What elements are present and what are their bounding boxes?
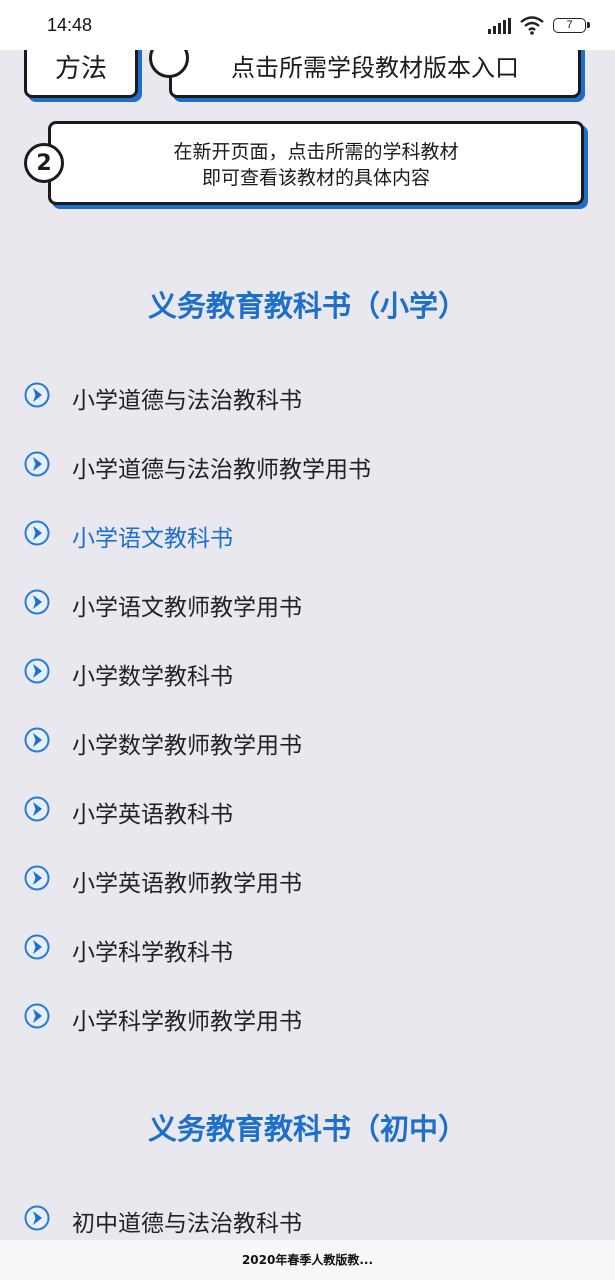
status-bar: 14:48 7: [0, 0, 615, 50]
list-item[interactable]: 小学科学教师教学用书: [24, 996, 584, 1036]
arrow-right-circle-icon: [24, 865, 50, 891]
list-item-label: 小学数学教科书: [72, 664, 233, 690]
arrow-right-circle-icon: [24, 589, 50, 615]
list-item[interactable]: 小学科学教科书: [24, 927, 584, 967]
step2-number-circle: 2: [24, 143, 64, 183]
arrow-right-circle-icon: [24, 451, 50, 477]
arrow-right-circle-icon: [24, 727, 50, 753]
method-label: 方法: [54, 54, 107, 84]
section-title-junior: 义务教育教科书（初中）: [147, 1112, 467, 1146]
arrow-right-circle-icon: [24, 658, 50, 684]
list-item-label: 小学道德与法治教师教学用书: [72, 457, 371, 483]
step2-number: 2: [36, 151, 52, 176]
list-item-label: 小学语文教师教学用书: [72, 595, 302, 621]
list-item[interactable]: 小学语文教科书: [24, 513, 584, 553]
list-item-label: 小学英语教科书: [72, 802, 233, 828]
section-title-primary: 义务教育教科书（小学）: [147, 289, 467, 323]
signal-icon: [488, 18, 511, 34]
wifi-icon: [520, 16, 544, 35]
arrow-right-circle-icon: [24, 1003, 50, 1029]
list-item[interactable]: 小学语文教师教学用书: [24, 582, 584, 622]
step2-line1: 在新开页面，点击所需的学科教材: [173, 141, 459, 163]
list-item-label: 初中道德与法治教科书: [72, 1211, 302, 1237]
step2-box: 在新开页面，点击所需的学科教材 即可查看该教材的具体内容: [48, 121, 584, 205]
step2-line2: 即可查看该教材的具体内容: [201, 167, 430, 189]
bottom-page-title: 2020年春季人教版教...: [241, 1253, 374, 1267]
step1-text: 点击所需学段教材版本入口: [231, 54, 519, 82]
status-time: 14:48: [47, 15, 93, 35]
arrow-right-circle-icon: [24, 1205, 50, 1231]
list-item[interactable]: 小学数学教科书: [24, 651, 584, 691]
list-item-label: 小学科学教师教学用书: [72, 1009, 302, 1035]
arrow-right-circle-icon: [24, 520, 50, 546]
arrow-right-circle-icon: [24, 796, 50, 822]
battery-level: 7: [566, 19, 573, 31]
list-item[interactable]: 初中道德与法治教科书: [24, 1198, 584, 1238]
list-item-label: 小学数学教师教学用书: [72, 733, 302, 759]
battery-icon: 7: [553, 18, 590, 33]
list-item[interactable]: 小学道德与法治教科书: [24, 375, 584, 415]
list-item-label: 小学科学教科书: [72, 940, 233, 966]
list-item[interactable]: 小学数学教师教学用书: [24, 720, 584, 760]
list-item-label: 小学英语教师教学用书: [72, 871, 302, 897]
list-item[interactable]: 小学英语教师教学用书: [24, 858, 584, 898]
list-item-label-active: 小学语文教科书: [72, 526, 233, 552]
bottom-title-bar[interactable]: 2020年春季人教版教...: [0, 1240, 615, 1280]
arrow-right-circle-icon: [24, 382, 50, 408]
list-item-label: 小学道德与法治教科书: [72, 388, 302, 414]
arrow-right-circle-icon: [24, 934, 50, 960]
list-item[interactable]: 小学英语教科书: [24, 789, 584, 829]
list-item[interactable]: 小学道德与法治教师教学用书: [24, 444, 584, 484]
